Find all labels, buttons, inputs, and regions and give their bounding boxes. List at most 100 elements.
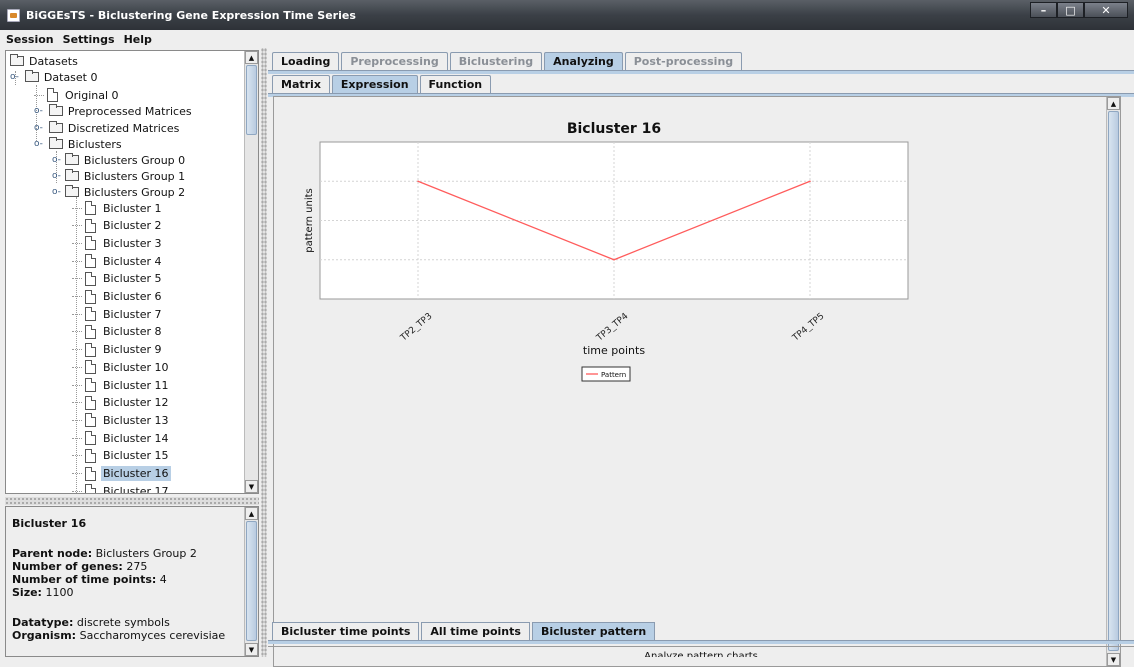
tree-node-discretized[interactable]: o- Discretized Matrices — [34, 120, 181, 136]
folder-icon — [48, 121, 63, 133]
tab-expression[interactable]: Expression — [331, 75, 418, 93]
tree-scrollbar[interactable]: ▲ ▼ — [244, 51, 258, 493]
scroll-thumb[interactable] — [1108, 111, 1119, 651]
tree-node-datasets[interactable]: Datasets — [10, 53, 80, 69]
organism-line: Organism: Saccharomyces cerevisiae — [12, 629, 226, 642]
tab-function[interactable]: Function — [419, 75, 492, 93]
tab-preprocessing[interactable]: Preprocessing — [341, 52, 448, 70]
tree-node-bicluster[interactable]: Bicluster 7 — [72, 306, 164, 322]
document-icon — [85, 236, 96, 251]
expand-handle-icon[interactable]: o- — [52, 155, 61, 165]
menu-settings[interactable]: Settings — [63, 33, 115, 46]
tab-analyzing[interactable]: Analyzing — [544, 52, 623, 70]
tree-node-biclusters[interactable]: o- Biclusters — [34, 136, 124, 152]
document-icon — [47, 88, 58, 102]
tree-node-bicluster[interactable]: Bicluster 16 — [72, 466, 171, 482]
scroll-up-icon[interactable]: ▲ — [245, 507, 258, 520]
collapse-handle-icon[interactable]: o- — [52, 187, 61, 197]
document-icon — [85, 201, 96, 215]
folder-icon — [64, 153, 79, 165]
expand-handle-icon[interactable]: o- — [34, 123, 43, 133]
tree-node-bicluster[interactable]: Bicluster 8 — [72, 324, 164, 340]
tree-node-dataset[interactable]: o- Dataset 0 — [10, 69, 100, 85]
scroll-up-icon[interactable]: ▲ — [1107, 97, 1120, 110]
chart-panel: Bicluster 16 TP2_TP3 TP3_TP4 TP4_TP5 time po… — [273, 96, 1121, 667]
scroll-thumb[interactable] — [246, 521, 257, 641]
expand-handle-icon[interactable]: o- — [34, 106, 43, 116]
tree-node-original[interactable]: Original 0 — [34, 87, 121, 103]
document-icon — [85, 254, 96, 269]
x-axis-label: time points — [583, 344, 645, 357]
tab-post-processing[interactable]: Post-processing — [624, 52, 743, 70]
document-icon — [85, 342, 96, 357]
folder-icon — [48, 137, 63, 149]
folder-icon — [10, 54, 24, 66]
tree-node-bicluster[interactable]: Bicluster 6 — [72, 289, 164, 305]
tree-node-bicluster[interactable]: Bicluster 13 — [72, 412, 171, 428]
collapse-handle-icon[interactable]: o- — [34, 139, 43, 149]
document-icon — [85, 395, 96, 410]
scroll-thumb[interactable] — [246, 65, 257, 135]
document-icon — [85, 413, 96, 428]
menu-help[interactable]: Help — [124, 33, 152, 46]
scroll-up-icon[interactable]: ▲ — [245, 51, 258, 64]
tab-biclustering[interactable]: Biclustering — [449, 52, 543, 70]
tree-node-bicluster[interactable]: Bicluster 15 — [72, 448, 171, 464]
document-icon — [85, 271, 96, 286]
tree-node-bicluster[interactable]: Bicluster 3 — [72, 235, 164, 251]
document-icon — [85, 466, 96, 481]
document-icon — [85, 360, 96, 375]
document-icon — [85, 324, 96, 339]
tab-bicluster-pattern[interactable]: Bicluster pattern — [531, 622, 656, 640]
vertical-splitter[interactable] — [261, 48, 267, 657]
tree-node-bicluster[interactable]: Bicluster 9 — [72, 342, 164, 358]
tree-node-bicluster[interactable]: Bicluster 1 — [72, 200, 164, 216]
tree-node-bicluster[interactable]: Bicluster 14 — [72, 430, 171, 446]
menu-bar: Session Settings Help — [0, 30, 1134, 48]
window-controls: – □ ✕ — [1030, 2, 1128, 18]
tree-node-bicluster[interactable]: Bicluster 4 — [72, 253, 164, 269]
tab-matrix[interactable]: Matrix — [272, 75, 330, 93]
expand-handle-icon[interactable]: o- — [52, 171, 61, 181]
scroll-down-icon[interactable]: ▼ — [245, 643, 258, 656]
maximize-button[interactable]: □ — [1057, 2, 1084, 18]
tree-node-bicluster[interactable]: Bicluster 10 — [72, 359, 171, 375]
legend-label: Pattern — [601, 371, 626, 379]
tab-bicluster-time-points[interactable]: Bicluster time points — [272, 622, 420, 640]
tree-node-bicluster[interactable]: Bicluster 11 — [72, 377, 171, 393]
dataset-tree[interactable]: Datasets o- Dataset 0 Original 0 o- Prep… — [5, 50, 259, 494]
tree-node-bicluster[interactable]: Bicluster 2 — [72, 218, 164, 234]
document-icon — [85, 307, 96, 322]
pattern-chart: Bicluster 16 TP2_TP3 TP3_TP4 TP4_TP5time po… — [304, 121, 909, 382]
bottom-tabs: Bicluster time points All time points Bi… — [272, 622, 657, 640]
close-button[interactable]: ✕ — [1084, 2, 1128, 18]
tab-loading[interactable]: Loading — [272, 52, 340, 70]
folder-icon — [48, 104, 63, 116]
window-title: BiGGEsTS - Biclustering Gene Expression … — [26, 9, 356, 22]
data-point — [809, 180, 811, 183]
main-area: Loading Preprocessing Biclustering Analy… — [268, 50, 1134, 667]
genes-line: Number of genes: 275 — [12, 560, 148, 573]
tree-node-bicluster[interactable]: Bicluster 12 — [72, 395, 171, 411]
details-scrollbar[interactable]: ▲ ▼ — [244, 507, 258, 656]
document-icon — [85, 378, 96, 392]
main-tabs: Loading Preprocessing Biclustering Analy… — [272, 52, 744, 70]
minimize-button[interactable]: – — [1030, 2, 1057, 18]
size-line: Size: 1100 — [12, 586, 74, 599]
sub-tabs: Matrix Expression Function — [272, 75, 493, 93]
tab-all-time-points[interactable]: All time points — [421, 622, 530, 640]
collapse-handle-icon[interactable]: o- — [10, 72, 19, 82]
scroll-down-icon[interactable]: ▼ — [245, 480, 258, 493]
x-tick-label: TP3_TP4 — [594, 311, 630, 344]
x-tick-label: TP4_TP5 — [790, 311, 826, 344]
title-bar: BiGGEsTS - Biclustering Gene Expression … — [0, 0, 1134, 30]
tree-node-group-1[interactable]: o- Biclusters Group 1 — [52, 168, 187, 184]
tree-node-group-0[interactable]: o- Biclusters Group 0 — [52, 152, 187, 168]
tree-node-group-2[interactable]: o- Biclusters Group 2 — [52, 184, 187, 200]
chart-scrollbar[interactable]: ▲ ▼ — [1106, 97, 1120, 666]
tree-node-bicluster[interactable]: Bicluster 5 — [72, 271, 164, 287]
tree-node-bicluster[interactable]: Bicluster 17 — [72, 483, 171, 493]
horizontal-splitter[interactable] — [5, 497, 259, 505]
menu-session[interactable]: Session — [6, 33, 54, 46]
tree-node-preprocessed[interactable]: o- Preprocessed Matrices — [34, 103, 194, 119]
